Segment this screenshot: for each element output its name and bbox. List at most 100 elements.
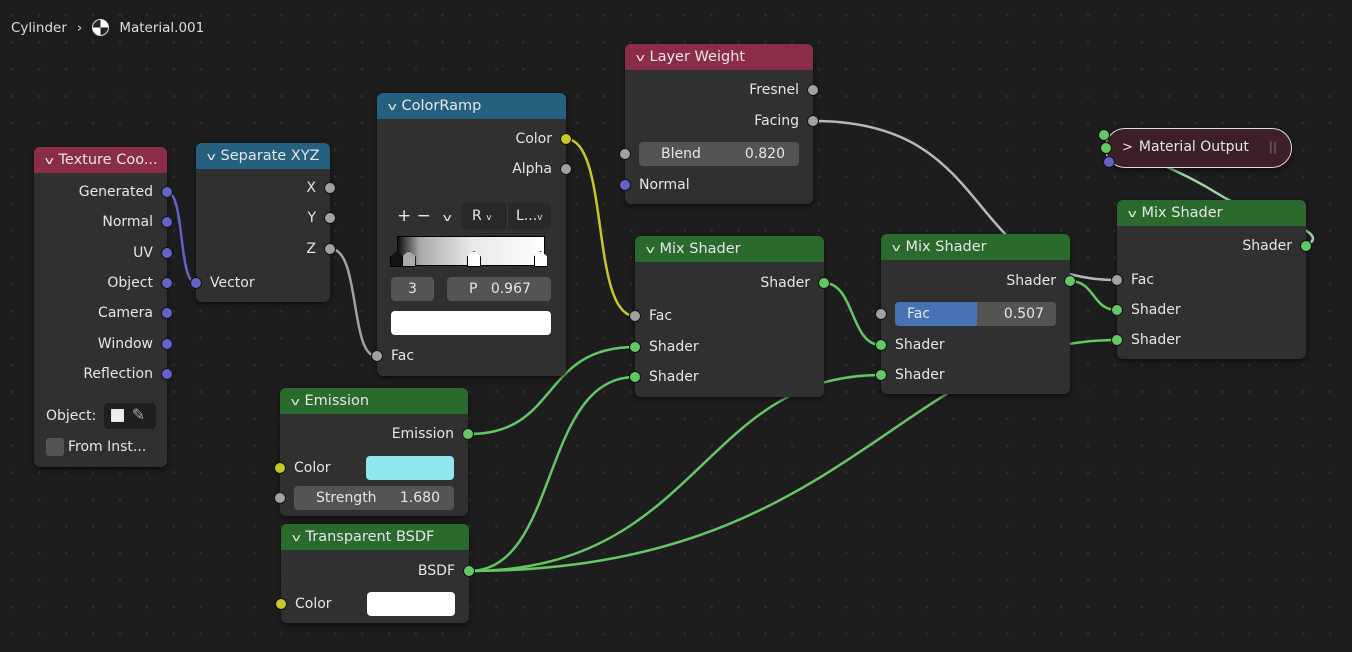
- socket[interactable]: [161, 247, 173, 259]
- node-separate-xyz[interactable]: v Separate XYZ X Y Z Vector: [190, 143, 336, 302]
- output-fresnel: Fresnel: [625, 79, 819, 101]
- socket[interactable]: [560, 133, 572, 145]
- expand-chevron-icon[interactable]: >: [1122, 140, 1133, 155]
- socket[interactable]: [875, 339, 887, 351]
- node-texture-coordinate[interactable]: v Texture Coo... Generated Normal UV Obje…: [34, 147, 173, 467]
- socket[interactable]: [619, 148, 631, 160]
- socket[interactable]: [807, 115, 819, 127]
- node-title: Mix Shader: [659, 241, 741, 257]
- socket-label: Normal: [639, 177, 690, 193]
- socket[interactable]: [274, 492, 286, 504]
- position-value: 0.967: [490, 281, 531, 297]
- socket-surface[interactable]: [1098, 129, 1110, 141]
- node-mix-shader-2[interactable]: v Mix Shader Shader Fac 0.507 Shader Shade…: [875, 234, 1076, 394]
- strength-field[interactable]: Strength 1.680: [294, 486, 454, 510]
- socket-volume[interactable]: [1100, 142, 1112, 154]
- socket[interactable]: [161, 368, 173, 380]
- collapse-chevron-icon[interactable]: v: [892, 235, 901, 260]
- collapse-chevron-icon[interactable]: v: [388, 94, 397, 119]
- socket[interactable]: [818, 277, 830, 289]
- stop-color-swatch[interactable]: [391, 311, 551, 335]
- socket[interactable]: [324, 182, 336, 194]
- node-material-output[interactable]: > Material Output ||: [1098, 128, 1292, 168]
- output-shader: Shader: [881, 270, 1076, 292]
- output-y: Y: [196, 207, 336, 229]
- node-emission[interactable]: v Emission Emission Color Strength 1.680: [274, 388, 474, 516]
- node-title: Transparent BSDF: [305, 529, 435, 545]
- add-stop-button[interactable]: +: [397, 206, 411, 226]
- interpolation-dropdown[interactable]: L...v: [508, 203, 551, 229]
- socket[interactable]: [875, 308, 887, 320]
- color-mode-dropdown[interactable]: R v: [462, 203, 508, 229]
- socket[interactable]: [463, 565, 475, 577]
- position-label: P: [469, 281, 478, 297]
- output-alpha: Alpha: [377, 158, 572, 180]
- collapse-chevron-icon[interactable]: v: [1128, 201, 1137, 226]
- node-transparent-bsdf[interactable]: v Transparent BSDF BSDF Color: [275, 524, 475, 623]
- collapse-chevron-icon[interactable]: v: [646, 237, 655, 262]
- collapse-chevron-icon[interactable]: v: [45, 148, 54, 173]
- collapse-chevron-icon[interactable]: v: [636, 45, 645, 70]
- socket[interactable]: [161, 338, 173, 350]
- active-stop-field[interactable]: 3: [391, 277, 434, 301]
- input-shader-1: Shader: [629, 336, 824, 358]
- socket-displacement[interactable]: [1103, 156, 1115, 168]
- socket[interactable]: [1111, 334, 1123, 346]
- socket[interactable]: [1111, 304, 1123, 316]
- emission-color-swatch[interactable]: [366, 456, 454, 480]
- fac-slider[interactable]: Fac 0.507: [895, 302, 1056, 326]
- drag-handle-icon[interactable]: ||: [1269, 129, 1277, 166]
- socket[interactable]: [629, 371, 641, 383]
- socket-label: Fac: [391, 348, 415, 364]
- field-value: 0.507: [1003, 306, 1044, 322]
- node-layer-weight[interactable]: v Layer Weight Fresnel Facing Blend 0.820 …: [619, 44, 819, 204]
- socket-label: Shader: [649, 369, 699, 385]
- socket[interactable]: [560, 163, 572, 175]
- socket[interactable]: [324, 212, 336, 224]
- socket[interactable]: [807, 84, 819, 96]
- transparent-color-swatch[interactable]: [367, 592, 455, 616]
- output-window: Window: [34, 333, 173, 355]
- socket[interactable]: [324, 243, 336, 255]
- stop-position-field[interactable]: P 0.967: [447, 277, 551, 301]
- socket[interactable]: [274, 462, 286, 474]
- node-mix-shader-1[interactable]: v Mix Shader Shader Fac Shader Shader: [629, 236, 830, 397]
- node-colorramp[interactable]: v ColorRamp Color Alpha + − v R v L...v 3…: [371, 93, 572, 376]
- socket[interactable]: [875, 369, 887, 381]
- output-object: Object: [34, 272, 173, 294]
- socket[interactable]: [161, 186, 173, 198]
- socket[interactable]: [1300, 240, 1312, 252]
- socket[interactable]: [161, 216, 173, 228]
- eyedropper-icon[interactable]: ✎: [132, 404, 145, 426]
- object-picker[interactable]: ✎: [103, 403, 156, 429]
- remove-stop-button[interactable]: −: [417, 206, 431, 226]
- socket[interactable]: [371, 350, 383, 362]
- collapse-chevron-icon[interactable]: v: [291, 389, 300, 414]
- from-instancer[interactable]: From Inst...: [34, 436, 167, 458]
- blend-field[interactable]: Blend 0.820: [639, 142, 799, 166]
- socket[interactable]: [629, 310, 641, 322]
- collapse-chevron-icon[interactable]: v: [207, 144, 216, 169]
- checkbox[interactable]: [46, 438, 64, 456]
- input-fac: Fac: [1111, 269, 1306, 291]
- input-shader-1: Shader: [1111, 299, 1306, 321]
- socket-label: Emission: [391, 426, 454, 442]
- socket[interactable]: [161, 277, 173, 289]
- socket[interactable]: [1064, 275, 1076, 287]
- ramp-modes: R v L...v: [462, 203, 551, 229]
- object-label: Object:: [46, 408, 97, 424]
- socket[interactable]: [161, 307, 173, 319]
- output-color: Color: [377, 128, 572, 150]
- socket[interactable]: [275, 598, 287, 610]
- node-mix-shader-3[interactable]: v Mix Shader Shader Fac Shader Shader: [1111, 200, 1312, 359]
- socket-label: Shader: [895, 367, 945, 383]
- socket-label: Shader: [895, 337, 945, 353]
- socket[interactable]: [1111, 274, 1123, 286]
- socket[interactable]: [629, 341, 641, 353]
- socket[interactable]: [190, 277, 202, 289]
- collapse-chevron-icon[interactable]: v: [292, 525, 301, 550]
- ramp-menu-chevron-icon[interactable]: v: [443, 207, 452, 229]
- socket[interactable]: [619, 179, 631, 191]
- socket[interactable]: [462, 428, 474, 440]
- socket-label: Shader: [1131, 302, 1181, 318]
